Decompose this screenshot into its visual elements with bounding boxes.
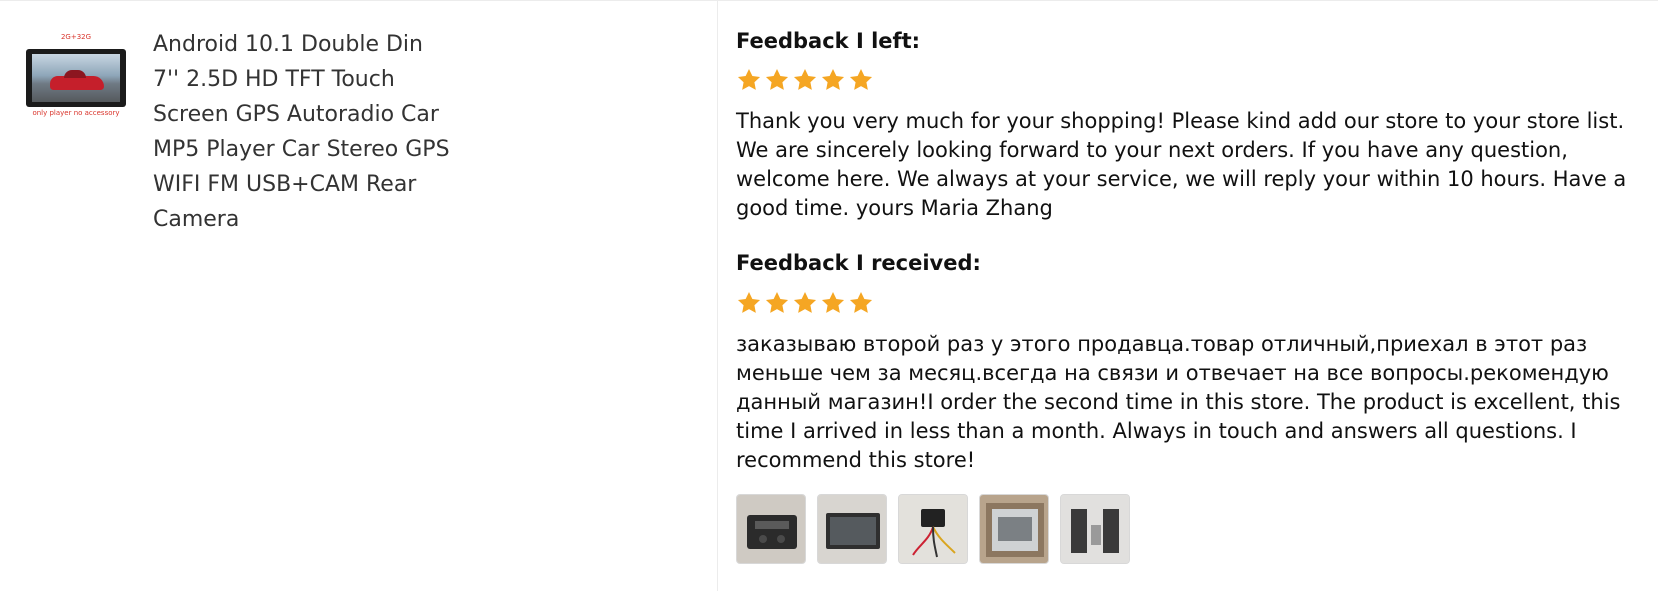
feedback-received-text: заказываю второй раз у этого продавца.то… [736,332,1621,472]
feedback-photo[interactable] [1060,494,1130,564]
product-title-link[interactable]: Android 10.1 Double Din 7'' 2.5D HD TFT … [153,27,453,237]
feedback-photo[interactable] [736,494,806,564]
star-icon [849,291,873,313]
feedback-left-text: Thank you very much for your shopping! P… [736,109,1627,220]
car-graphic [50,70,104,90]
star-icon [737,291,761,313]
stereo-display [32,54,120,102]
feedback-left-stars [736,67,874,93]
star-icon [737,68,761,90]
star-icon [793,291,817,313]
star-icon [821,68,845,90]
star-icon [793,68,817,90]
car-stereo-image [26,49,126,107]
feedback-photo[interactable] [979,494,1049,564]
star-icon [765,68,789,90]
feedback-received-stars [736,290,874,316]
feedback-received-heading: Feedback I received: [736,251,981,275]
star-icon [821,291,845,313]
product-column: 2G+32G only player no accessory Android … [0,1,718,591]
thumb-note-label: only player no accessory [32,109,120,117]
feedback-left-heading: Feedback I left: [736,29,921,53]
thumb-spec-label: 2G+32G [60,33,92,41]
star-icon [849,68,873,90]
feedback-photo[interactable] [898,494,968,564]
feedback-photos [736,494,1130,564]
product-thumbnail[interactable]: 2G+32G only player no accessory [26,33,126,125]
star-icon [765,291,789,313]
feedback-photo[interactable] [817,494,887,564]
feedback-row: 2G+32G only player no accessory Android … [0,0,1658,591]
